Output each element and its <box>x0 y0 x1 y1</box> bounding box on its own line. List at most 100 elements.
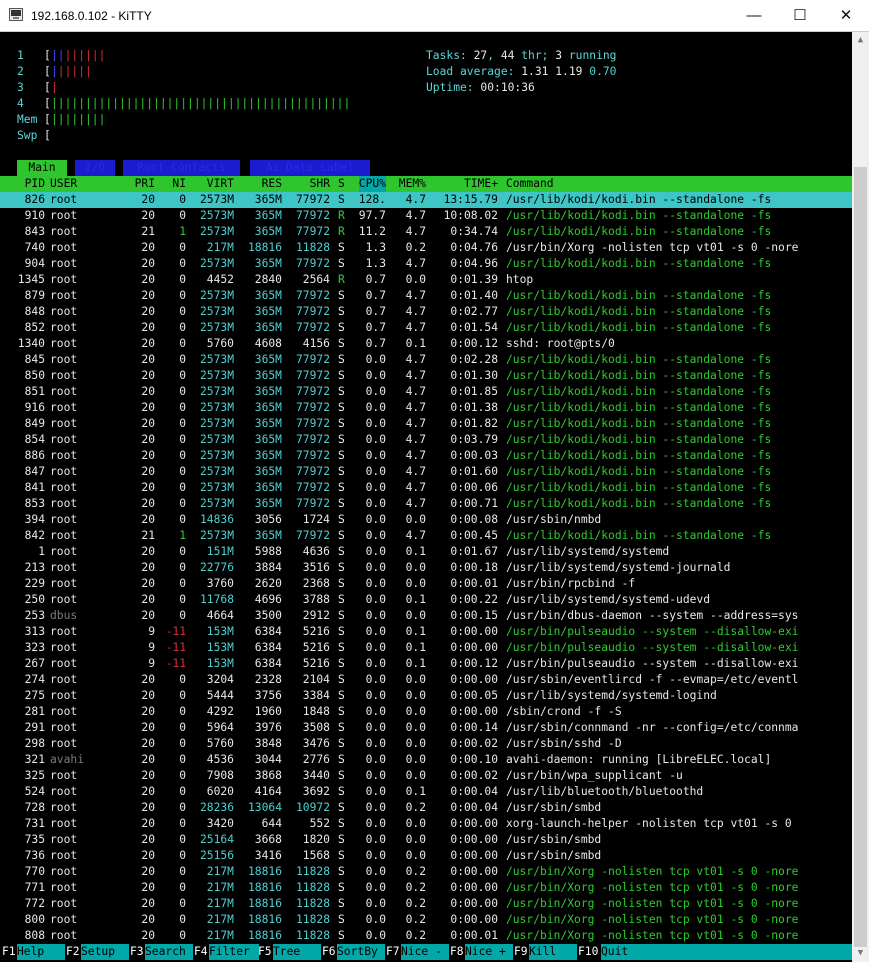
close-button[interactable]: ✕ <box>823 0 869 31</box>
process-cmd: /usr/lib/systemd/systemd-logind <box>506 689 717 702</box>
process-row[interactable]: 849 root 20 0 2573M 365M 77972 S 0.0 4.7 0:01.82/u… <box>0 416 852 432</box>
process-row[interactable]: 826 root 20 0 2573M 365M 77972 S 128. 4.7 13:15.79… <box>0 192 852 208</box>
process-row[interactable]: 250 root 20 0 11768 4696 3788 S 0.0 0.1 0:00.22/us… <box>0 592 852 608</box>
process-row[interactable]: 229 root 20 0 3760 2620 2368 S 0.0 0.0 0:00.01/usr… <box>0 576 852 592</box>
process-row[interactable]: 851 root 20 0 2573M 365M 77972 S 0.0 4.7 0:01.85/u… <box>0 384 852 400</box>
terminal-area[interactable]: 1[||||||||18.0%]2[||||||13.2%]3[|1.3%]4[… <box>0 32 852 962</box>
process-row[interactable]: 1345 root 20 0 4452 2840 2564 R 0.7 0.0 0:01.39 hto… <box>0 272 852 288</box>
process-row[interactable]: 770 root 20 0 217M 18816 11828 S 0.0 0.2 0:00.00/u… <box>0 864 852 880</box>
process-row[interactable]: 850 root 20 0 2573M 365M 77972 S 0.0 4.7 0:01.30/u… <box>0 368 852 384</box>
column-header-cmd[interactable]: Command <box>506 176 554 192</box>
function-label-f3[interactable]: Search <box>145 944 193 960</box>
scroll-up-arrow-icon[interactable]: ▲ <box>852 32 869 49</box>
column-header-res[interactable]: RES <box>262 176 282 192</box>
function-label-f4[interactable]: Filter <box>209 944 259 960</box>
process-row[interactable]: 854 root 20 0 2573M 365M 77972 S 0.0 4.7 0:03.79/u… <box>0 432 852 448</box>
process-row[interactable]: 728 root 20 0 28236 13064 10972 S 0.0 0.2 0:00.04 /… <box>0 800 852 816</box>
function-key-f1[interactable]: F1 <box>2 944 16 960</box>
process-row[interactable]: 313 root 9 -11 153M 6384 5216 S 0.0 0.1 0:00.00/us… <box>0 624 852 640</box>
process-row[interactable]: 808 root 20 0 217M 18816 11828 S 0.0 0.2 0:00.01/u… <box>0 928 852 944</box>
function-label-f1[interactable]: Help <box>17 944 65 960</box>
column-header-pri[interactable]: PRI <box>135 176 155 192</box>
process-row[interactable]: 321 avahi 20 0 4536 3044 2776 S 0.0 0.0 0:00.10 ava… <box>0 752 852 768</box>
function-key-f6[interactable]: F6 <box>322 944 336 960</box>
column-header-virt[interactable]: VIRT <box>207 176 234 192</box>
function-label-f8[interactable]: Nice + <box>465 944 513 960</box>
title-bar[interactable]: 192.168.0.102 - KiTTY — ☐ ✕ <box>0 0 869 32</box>
function-key-f7[interactable]: F7 <box>386 944 400 960</box>
process-s: S <box>338 497 345 510</box>
function-label-f6[interactable]: SortBy <box>337 944 385 960</box>
column-header-user[interactable]: USER <box>50 176 77 192</box>
process-row[interactable]: 1 root 20 0 151M 5988 4636 S 0.0 0.1 0:01.67/usr/l… <box>0 544 852 560</box>
function-label-f10[interactable]: Quit <box>601 944 852 960</box>
function-key-f8[interactable]: F8 <box>450 944 464 960</box>
process-row[interactable]: 916 root 20 0 2573M 365M 77972 S 0.0 4.7 0:01.38/u… <box>0 400 852 416</box>
function-key-f5[interactable]: F5 <box>258 944 272 960</box>
process-row[interactable]: 267 root 9 -11 153M 6384 5216 S 0.0 0.1 0:00.12/us… <box>0 656 852 672</box>
function-key-f2[interactable]: F2 <box>66 944 80 960</box>
column-header-cpu[interactable]: CPU% <box>358 176 386 192</box>
process-row[interactable]: 910 root 20 0 2573M 365M 77972 R 97.7 4.7 10:08.02… <box>0 208 852 224</box>
function-label-f2[interactable]: Setup <box>81 944 129 960</box>
process-row[interactable]: 879 root 20 0 2573M 365M 77972 S 0.7 4.7 0:01.40/u… <box>0 288 852 304</box>
process-row[interactable]: 291 root 20 0 5964 3976 3508 S 0.0 0.0 0:00.14/usr… <box>0 720 852 736</box>
process-row[interactable]: 274 root 20 0 3204 2328 2104 S 0.0 0.0 0:00.00/usr… <box>0 672 852 688</box>
function-label-f9[interactable]: Kill <box>529 944 577 960</box>
process-row[interactable]: 213 root 20 0 22776 3884 3516 S 0.0 0.0 0:00.18/us… <box>0 560 852 576</box>
process-row[interactable]: 904 root 20 0 2573M 365M 77972 S 1.3 4.7 0:04.96/u… <box>0 256 852 272</box>
process-row[interactable]: 843 root 21 1 2573M 365M 77972 R 11.2 4.7 0:34.74 /… <box>0 224 852 240</box>
process-row[interactable]: 800 root 20 0 217M 18816 11828 S 0.0 0.2 0:00.00/u… <box>0 912 852 928</box>
process-row[interactable]: 771 root 20 0 217M 18816 11828 S 0.0 0.2 0:00.00/u… <box>0 880 852 896</box>
function-label-f5[interactable]: Tree <box>273 944 321 960</box>
process-row[interactable]: 325 root 20 0 7908 3868 3440 S 0.0 0.0 0:00.02/usr… <box>0 768 852 784</box>
threads-label: thr; <box>514 49 556 62</box>
process-row[interactable]: 281 root 20 0 4292 1960 1848 S 0.0 0.0 0:00.00/sbi… <box>0 704 852 720</box>
column-header-pid[interactable]: PID <box>25 176 45 192</box>
process-row[interactable]: 736 root 20 0 25156 3416 1568 S 0.0 0.0 0:00.00/us… <box>0 848 852 864</box>
function-key-f10[interactable]: F10 <box>578 944 598 960</box>
column-header-mem[interactable]: MEM% <box>399 176 426 192</box>
column-header-s[interactable]: S <box>338 176 345 192</box>
process-row[interactable]: 845 root 20 0 2573M 365M 77972 S 0.0 4.7 0:02.28/u… <box>0 352 852 368</box>
process-pri: 20 <box>141 545 155 558</box>
process-row[interactable]: 275 root 20 0 5444 3756 3384 S 0.0 0.0 0:00.05/usr… <box>0 688 852 704</box>
tab-ai-data-label[interactable]: Ai Data Label <box>250 160 370 176</box>
scrollbar-thumb[interactable] <box>854 167 867 947</box>
function-label-f7[interactable]: Nice - <box>401 944 449 960</box>
maximize-button[interactable]: ☐ <box>777 0 823 31</box>
minimize-button[interactable]: — <box>731 0 777 31</box>
process-row[interactable]: 842 root 21 1 2573M 365M 77972 S 0.0 4.7 0:00.45/u… <box>0 528 852 544</box>
process-row[interactable]: 1340 root 20 0 5760 4608 4156 S 0.7 0.1 0:00.12 ssh… <box>0 336 852 352</box>
tab-root-contacts[interactable]: Root Contacts <box>123 160 240 176</box>
process-row[interactable]: 253 dbus 20 0 4664 3500 2912 S 0.0 0.0 0:00.15/usr… <box>0 608 852 624</box>
process-row[interactable]: 394 root 20 0 14836 3056 1724 S 0.0 0.0 0:00.08/us… <box>0 512 852 528</box>
tab-i-o[interactable]: I/O <box>75 160 115 176</box>
process-row[interactable]: 735 root 20 0 25164 3668 1820 S 0.0 0.0 0:00.00/us… <box>0 832 852 848</box>
process-row[interactable]: 298 root 20 0 5760 3848 3476 S 0.0 0.0 0:00.02/usr… <box>0 736 852 752</box>
process-row[interactable]: 731 root 20 0 3420 644 552 S 0.0 0.0 0:00.00 xorg-l… <box>0 816 852 832</box>
process-shr: 77972 <box>295 481 330 494</box>
column-header-shr[interactable]: SHR <box>310 176 330 192</box>
process-row[interactable]: 847 root 20 0 2573M 365M 77972 S 0.0 4.7 0:01.60/u… <box>0 464 852 480</box>
process-ni: 0 <box>179 465 186 478</box>
vertical-scrollbar[interactable]: ▲ ▼ <box>852 32 869 962</box>
process-row[interactable]: 852 root 20 0 2573M 365M 77972 S 0.7 4.7 0:01.54/u… <box>0 320 852 336</box>
process-row[interactable]: 323 root 9 -11 153M 6384 5216 S 0.0 0.1 0:00.00/us… <box>0 640 852 656</box>
scroll-down-arrow-icon[interactable]: ▼ <box>852 945 869 962</box>
function-key-f4[interactable]: F4 <box>194 944 208 960</box>
process-row[interactable]: 524 root 20 0 6020 4164 3692 S 0.0 0.1 0:00.04/usr… <box>0 784 852 800</box>
process-row[interactable]: 853 root 20 0 2573M 365M 77972 S 0.0 4.7 0:00.71/u… <box>0 496 852 512</box>
function-key-f9[interactable]: F9 <box>514 944 528 960</box>
process-row[interactable]: 886 root 20 0 2573M 365M 77972 S 0.0 4.7 0:00.03/u… <box>0 448 852 464</box>
process-cpu: 0.0 <box>365 737 386 750</box>
column-header-ni[interactable]: NI <box>172 176 186 192</box>
tab-main[interactable]: Main <box>17 160 67 176</box>
process-row[interactable]: 841 root 20 0 2573M 365M 77972 S 0.0 4.7 0:00.06/u… <box>0 480 852 496</box>
column-header-time[interactable]: TIME+ <box>464 176 498 192</box>
function-key-f3[interactable]: F3 <box>130 944 144 960</box>
process-time: 0:00.04 <box>450 801 498 814</box>
process-row[interactable]: 848 root 20 0 2573M 365M 77972 S 0.7 4.7 0:02.77/u… <box>0 304 852 320</box>
process-row[interactable]: 772 root 20 0 217M 18816 11828 S 0.0 0.2 0:00.00/u… <box>0 896 852 912</box>
process-row[interactable]: 740 root 20 0 217M 18816 11828 S 1.3 0.2 0:04.76/u… <box>0 240 852 256</box>
